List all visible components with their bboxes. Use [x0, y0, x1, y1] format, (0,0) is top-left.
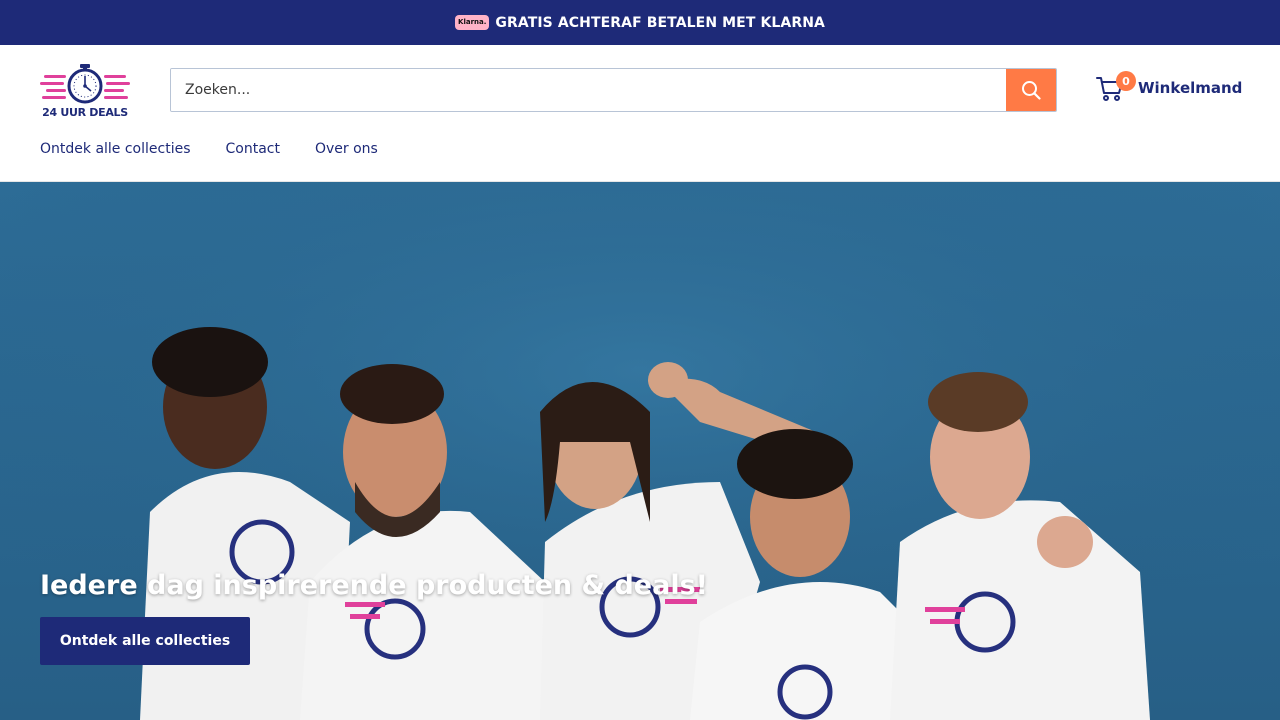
hero-cta-button[interactable]: Ontdek alle collecties [40, 617, 250, 665]
site-logo[interactable]: 24 UUR DEALS [40, 63, 130, 119]
search-icon [1022, 81, 1041, 100]
cart-link[interactable]: 0 Winkelmand [1096, 71, 1243, 103]
nav-item-about[interactable]: Over ons [315, 141, 378, 157]
nav-item-contact[interactable]: Contact [226, 141, 280, 157]
search-input[interactable] [171, 69, 1006, 111]
site-header: 24 UUR DEALS 0 Winkelmand Ontdek alle co… [0, 45, 1280, 182]
cart-count-badge: 0 [1116, 71, 1136, 91]
search-button[interactable] [1006, 69, 1056, 111]
klarna-badge: Klarna. [455, 15, 490, 30]
cart-label: Winkelmand [1138, 79, 1243, 97]
announcement-bar: Klarna. GRATIS ACHTERAF BETALEN MET KLAR… [0, 0, 1280, 45]
announcement-text: GRATIS ACHTERAF BETALEN MET KLARNA [495, 14, 825, 31]
hero-banner: Iedere dag inspirerende producten & deal… [0, 182, 1280, 720]
main-nav: Ontdek alle collecties Contact Over ons [40, 141, 378, 157]
logo-text: 24 UUR DEALS [42, 106, 128, 119]
nav-item-collections[interactable]: Ontdek alle collecties [40, 141, 191, 157]
hero-title: Iedere dag inspirerende producten & deal… [40, 570, 708, 601]
stopwatch-logo-icon [40, 64, 130, 104]
cart-icon-wrap: 0 [1096, 71, 1136, 103]
search-bar [170, 68, 1057, 112]
